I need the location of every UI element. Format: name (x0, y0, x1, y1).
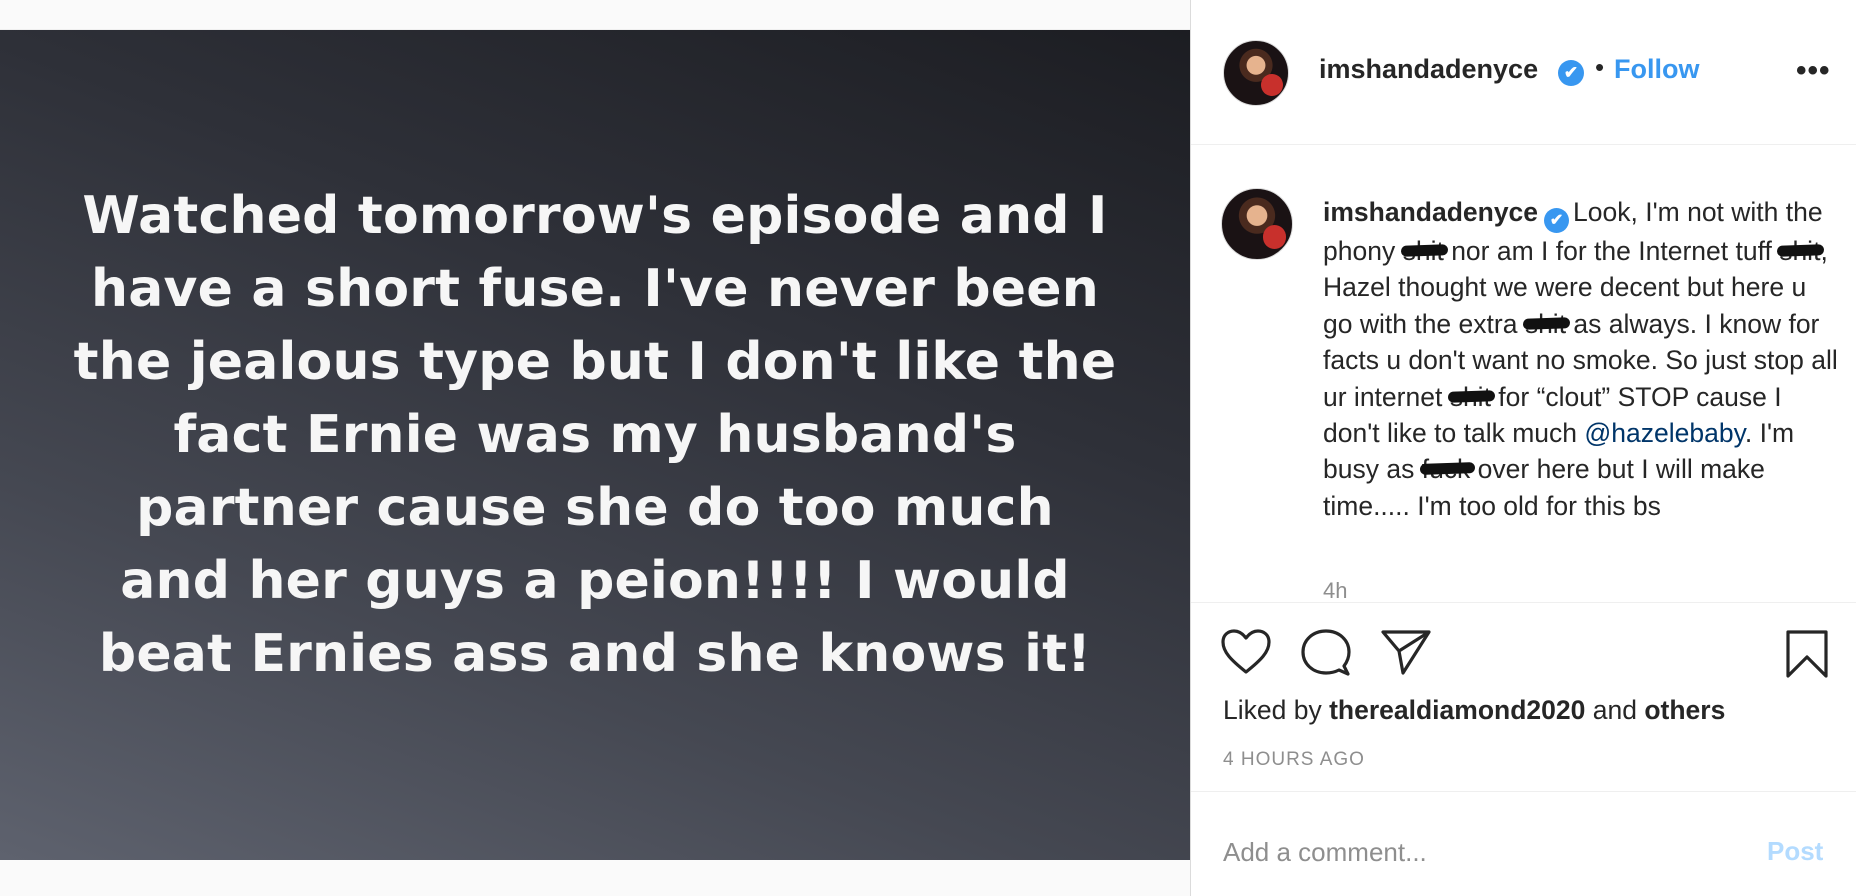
bookmark-icon[interactable] (1785, 629, 1829, 679)
caption-verified-badge-icon: ✔ (1544, 208, 1570, 233)
bottom-strip (0, 860, 1190, 896)
author-username[interactable]: imshandadenyce (1319, 54, 1538, 85)
action-bar: Liked by therealdiamond2020 and others 4… (1191, 602, 1856, 792)
likes-others-link[interactable]: others (1644, 695, 1725, 725)
post-header: imshandadenyce ✔ • Follow ••• (1191, 0, 1856, 145)
post-comment-button[interactable]: Post (1767, 836, 1823, 867)
redacted-word: shit (1449, 381, 1491, 412)
post-sidebar: imshandadenyce ✔ • Follow ••• imshandade… (1190, 0, 1856, 896)
caption-avatar[interactable] (1221, 188, 1293, 260)
comment-icon[interactable] (1301, 629, 1351, 677)
header-separator: • (1595, 52, 1605, 82)
likes-summary: Liked by therealdiamond2020 and others (1223, 695, 1725, 726)
follow-button[interactable]: Follow (1614, 54, 1699, 85)
likes-prefix: Liked by (1223, 695, 1330, 725)
top-strip (0, 0, 1190, 30)
caption-segment: nor am I for the Internet tuff (1443, 236, 1780, 266)
redacted-word: shit (1402, 236, 1444, 266)
redacted-word: shit (1524, 308, 1567, 339)
post-time-ago[interactable]: 4 HOURS AGO (1223, 749, 1365, 771)
mention-link[interactable]: @hazelebaby (1584, 418, 1745, 448)
caption-area: imshandadenyce ✔ Look, I'm not with the ph… (1191, 146, 1856, 602)
liked-by-user-link[interactable]: therealdiamond2020 (1329, 695, 1585, 725)
heart-icon[interactable] (1221, 629, 1271, 675)
share-icon[interactable] (1381, 629, 1431, 675)
verified-badge-icon: ✔ (1558, 60, 1584, 86)
caption-username[interactable]: imshandadenyce (1323, 197, 1538, 227)
post-image-text: Watched tomorrow's episode and I have a … (73, 185, 1117, 684)
comment-box: Post (1191, 792, 1856, 896)
post-image: Watched tomorrow's episode and I have a … (0, 30, 1190, 860)
caption-text: imshandadenyce ✔ Look, I'm not with the ph… (1323, 194, 1843, 524)
comment-input[interactable] (1223, 832, 1723, 872)
redacted-word: fuck (1421, 454, 1471, 485)
caption-timestamp[interactable]: 4h (1323, 578, 1347, 602)
more-options-icon[interactable]: ••• (1796, 54, 1831, 88)
likes-middle: and (1585, 695, 1645, 725)
redacted-word: shit (1779, 236, 1821, 266)
author-avatar[interactable] (1223, 40, 1289, 106)
